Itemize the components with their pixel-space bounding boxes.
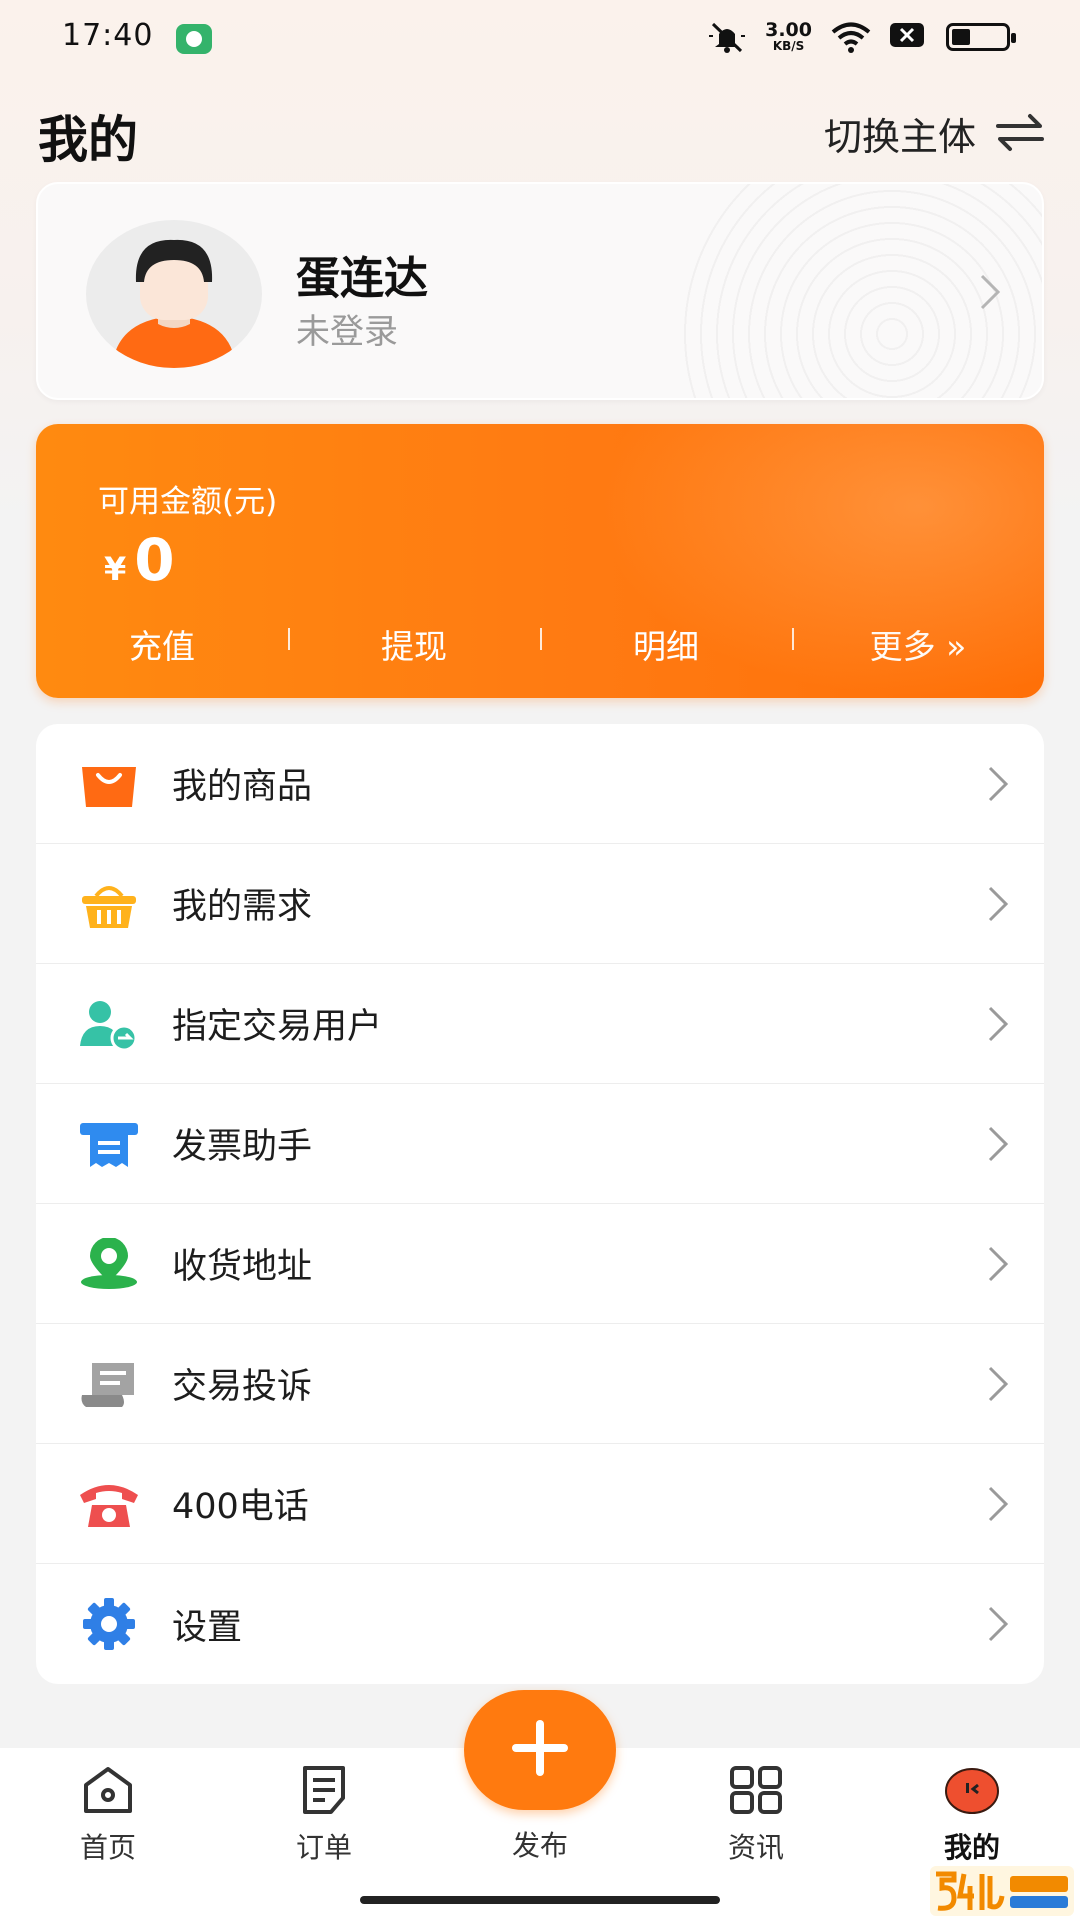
user-transfer-icon [78,993,140,1055]
more-button[interactable]: 更多 » [792,620,1044,668]
publish-label: 发布 [511,1829,568,1862]
menu-item-label: 设置 [172,1607,243,1648]
home-indicator [360,1896,720,1904]
menu-item-my-demands[interactable]: 我的需求 [36,844,1044,964]
menu-item-shipping-address[interactable]: 收货地址 [36,1204,1044,1324]
details-button[interactable]: 明细 [540,620,792,668]
chevron-right-icon [986,1364,1010,1408]
profile-card[interactable]: 蛋连达 未登录 [36,182,1044,400]
page-title: 我的 [38,111,138,169]
menu-list: 我的商品 我的需求 指定交易用户 发票助手 收货地址 交易投诉 400电话 设置 [36,724,1044,1684]
chevron-right-icon [986,764,1010,808]
invoice-icon [78,1113,140,1175]
wallet-actions: 充值 提现 明细 更多 » [36,620,1044,668]
avatar[interactable] [86,220,262,368]
chevron-right-icon [978,272,1002,316]
publish-button[interactable] [464,1690,616,1810]
battery-icon [946,23,1016,51]
gear-icon [78,1593,140,1655]
wallet-balance: ¥ 0 [104,526,175,594]
nav-label: 订单 [295,1831,352,1864]
menu-item-label: 我的需求 [172,887,313,927]
balance-value: 0 [134,526,175,594]
nav-item-home[interactable]: 首页 [38,1762,178,1866]
telephone-icon [78,1473,140,1535]
grid-icon [686,1762,826,1818]
shopping-bag-icon [78,753,140,815]
location-icon [78,1233,140,1295]
menu-item-invoice-assistant[interactable]: 发票助手 [36,1084,1044,1204]
menu-item-label: 交易投诉 [172,1367,313,1407]
nav-label: 首页 [79,1831,136,1864]
nav-label: 我的 [943,1831,1000,1864]
menu-item-trade-complaint[interactable]: 交易投诉 [36,1324,1044,1444]
home-icon [38,1762,178,1818]
chevron-right-icon [986,1604,1010,1648]
app-badge-icon [176,24,212,54]
menu-item-label: 400电话 [172,1487,309,1527]
status-bar: 17:40 3.00 KB/S [0,0,1080,80]
chevron-right-icon [986,1004,1010,1048]
order-icon [254,1762,394,1818]
complaint-scroll-icon [78,1353,140,1415]
sim-off-icon [888,20,928,54]
menu-item-label: 指定交易用户 [172,1007,383,1047]
menu-item-my-products[interactable]: 我的商品 [36,724,1044,844]
wallet-card: 可用金额(元) ¥ 0 充值 提现 明细 更多 » [36,424,1044,698]
wifi-icon [830,20,871,54]
wallet-label: 可用金额(元) [98,484,278,520]
status-time: 17:40 [62,18,154,53]
network-speed: 3.00 KB/S [765,19,812,53]
withdraw-button[interactable]: 提现 [288,620,540,668]
switch-entity-button[interactable]: 切换主体 [824,106,1046,161]
chevron-right-icon [986,1484,1010,1528]
menu-item-settings[interactable]: 设置 [36,1564,1044,1684]
site-watermark-logo [930,1866,1074,1916]
menu-item-400-phone[interactable]: 400电话 [36,1444,1044,1564]
recharge-button[interactable]: 充值 [36,620,288,668]
status-icons: 3.00 KB/S [707,19,1016,54]
switch-entity-label: 切换主体 [823,115,976,159]
menu-item-label: 收货地址 [172,1247,313,1287]
switch-arrows-icon [994,112,1046,156]
nav-item-mine[interactable]: 我的 [902,1762,1042,1866]
menu-item-label: 发票助手 [172,1127,313,1167]
plus-icon [504,1712,576,1788]
basket-icon [78,873,140,935]
menu-item-designated-user[interactable]: 指定交易用户 [36,964,1044,1084]
login-status: 未登录 [296,312,398,352]
currency-symbol: ¥ [104,550,127,588]
profile-name: 蛋连达 [296,253,428,304]
nav-item-news[interactable]: 资讯 [686,1762,826,1866]
chevron-right-icon [986,1124,1010,1168]
chevron-right-icon [986,884,1010,928]
mute-icon [707,20,747,54]
chevron-right-icon [986,1244,1010,1288]
nav-label: 资讯 [727,1831,784,1864]
nav-item-orders[interactable]: 订单 [254,1762,394,1866]
profile-icon [902,1762,1042,1818]
menu-item-label: 我的商品 [172,767,313,807]
